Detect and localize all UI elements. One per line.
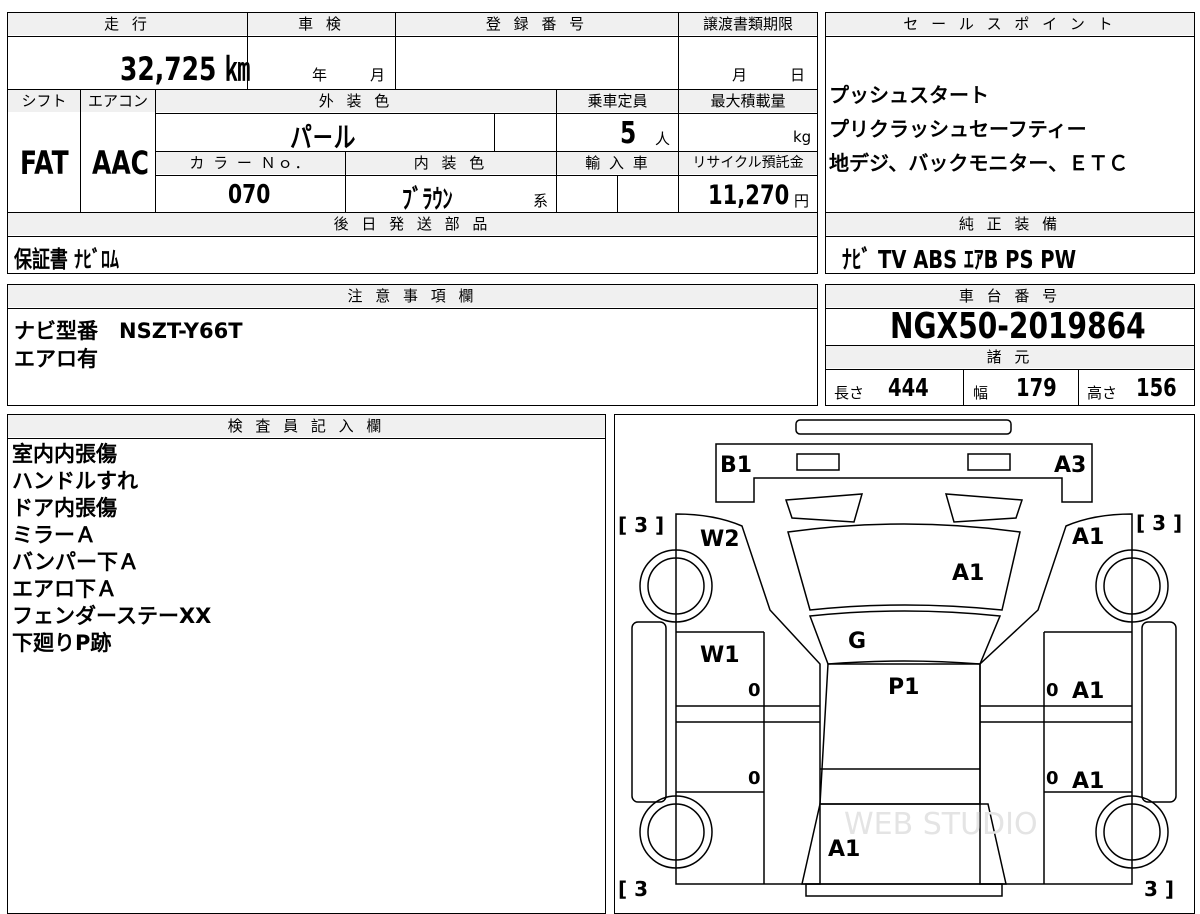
- inspector-remarks: 室内内張傷 ハンドルすれ ドア内張傷 ミラーＡ バンパー下Ａ エアロ下Ａ フェン…: [12, 441, 211, 657]
- color-number-label: カ ラ ー Ｎｏ．: [156, 152, 345, 174]
- inspection-month: 月: [370, 66, 386, 84]
- damage-code-g: G: [848, 629, 866, 654]
- mileage-value: 32,725 ㎞: [120, 50, 250, 88]
- car-damage-diagram: WEB STUDIO B1 A3 W2 A1 A1 G W1 P1 A1 A1 …: [618, 419, 1182, 900]
- damage-code-a1-right-door-2: A1: [1072, 769, 1104, 794]
- sales-point-line: プッシュスタート: [829, 83, 989, 107]
- color-number-value: 070: [228, 180, 271, 210]
- width-label: 幅: [973, 384, 989, 402]
- inspector-remark: バンパー下Ａ: [12, 550, 140, 574]
- interior-color-value: ﾌﾞﾗｳﾝ: [402, 185, 453, 215]
- registration-label: 登 録 番 号: [396, 13, 678, 35]
- genuine-equipment-value: ﾅﾋﾞ TV ABS ｴｱB PS PW: [842, 245, 1077, 274]
- max-load-label: 最大積載量: [679, 90, 817, 112]
- inspector-remark: ミラーＡ: [12, 523, 96, 547]
- height-label: 高さ: [1087, 384, 1118, 402]
- width-value: 179: [1016, 373, 1057, 402]
- notes-line-2: エアロ有: [14, 347, 98, 371]
- inspection-year: 年: [312, 66, 328, 84]
- damage-code-a1-right-door-1: A1: [1072, 679, 1104, 704]
- exterior-color-value: パ－ル: [290, 121, 356, 154]
- mileage-label: 走 行: [8, 13, 247, 35]
- interior-color-suffix: 系: [533, 192, 549, 210]
- ac-label: エアコン: [81, 90, 155, 112]
- inspector-remark: 室内内張傷: [12, 442, 117, 466]
- notes-label: 注 意 事 項 欄: [8, 285, 817, 307]
- capacity-unit: 人: [655, 130, 671, 148]
- inspector-remark: フェンダーステーXX: [12, 604, 212, 628]
- notes-line-1: ナビ型番 NSZT-Y66T: [14, 319, 243, 343]
- chassis-number-value: NGX50-2019864: [890, 306, 1146, 347]
- shift-label: シフト: [8, 90, 80, 112]
- tire-tread-front-right: [ 3 ]: [1136, 511, 1182, 535]
- max-load-unit: kg: [793, 128, 812, 146]
- damage-code-a3: A3: [1054, 453, 1086, 478]
- later-parts-value: 保証書 ﾅﾋﾞﾛﾑ: [14, 247, 119, 273]
- shift-value: FAT: [20, 144, 69, 182]
- length-value: 444: [888, 373, 929, 402]
- tire-tread-rear-right: 3 ]: [1144, 877, 1174, 900]
- length-label: 長さ: [834, 384, 865, 402]
- chassis-number-label: 車 台 番 号: [826, 285, 1194, 307]
- exterior-color-label: 外 装 色: [156, 90, 556, 112]
- ac-value: AAC: [92, 144, 149, 182]
- inspector-remark: ドア内張傷: [12, 496, 117, 520]
- import-label: 輸 入 車: [557, 152, 678, 174]
- sales-point-label: セ ー ル ス ポ イ ン ト: [826, 13, 1194, 35]
- height-value: 156: [1136, 373, 1177, 402]
- tire-tread-rear-left: [ 3: [618, 877, 648, 900]
- specs-label: 諸 元: [826, 346, 1194, 368]
- transfer-month: 月: [732, 66, 748, 84]
- damage-code-a1-rear: A1: [828, 837, 860, 862]
- sales-point-line: 地デジ、バックモニター、ＥＴＣ: [829, 151, 1129, 175]
- inspection-label: 車 検: [248, 13, 395, 35]
- transfer-deadline-label: 譲渡書類期限: [679, 13, 817, 35]
- tire-tread-front-left: [ 3 ]: [618, 513, 664, 537]
- sales-point-list: プッシュスタート プリクラッシュセーフティー 地デジ、バックモニター、ＥＴＣ: [829, 78, 1128, 180]
- inspector-label: 検 査 員 記 入 欄: [8, 415, 605, 437]
- watermark: WEB STUDIO: [844, 807, 1038, 842]
- damage-code-a1-hood: A1: [952, 561, 984, 586]
- capacity-label: 乗車定員: [557, 90, 678, 112]
- genuine-equipment-label: 純 正 装 備: [826, 213, 1194, 235]
- mark-zero: 0: [748, 768, 761, 789]
- recycle-deposit-label: リサイクル預託金: [679, 152, 817, 174]
- inspector-remark: エアロ下Ａ: [12, 577, 117, 601]
- interior-color-label: 内 装 色: [346, 152, 556, 174]
- damage-code-w2: W2: [700, 527, 740, 552]
- damage-code-p1: P1: [888, 675, 919, 700]
- transfer-day: 日: [790, 66, 806, 84]
- mark-zero: 0: [1046, 680, 1059, 701]
- recycle-deposit-unit: 円: [794, 192, 810, 210]
- mark-zero: 0: [1046, 768, 1059, 789]
- recycle-deposit-value: 11,270: [708, 180, 790, 211]
- sales-point-line: プリクラッシュセーフティー: [829, 117, 1087, 141]
- inspector-remark: 下廻りP跡: [12, 631, 112, 655]
- capacity-value: 5: [620, 116, 637, 151]
- damage-code-a1-front-right: A1: [1072, 525, 1104, 550]
- inspector-remark: ハンドルすれ: [12, 469, 138, 493]
- damage-code-b1: B1: [720, 453, 752, 478]
- damage-code-w1: W1: [700, 643, 740, 668]
- later-parts-label: 後 日 発 送 部 品: [8, 213, 817, 235]
- mark-zero: 0: [748, 680, 761, 701]
